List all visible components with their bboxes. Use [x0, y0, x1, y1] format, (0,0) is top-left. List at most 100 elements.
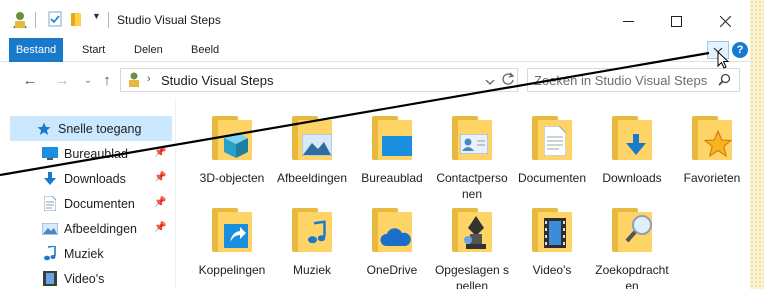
- folder-icon: [290, 112, 334, 164]
- folder-label: Koppelingen: [198, 263, 266, 277]
- ribbon-tabs: Bestand Start Delen Beeld ?: [0, 38, 750, 62]
- sidebar-item-label: Documenten: [64, 196, 135, 211]
- user-folder-icon: [127, 72, 141, 91]
- document-icon: [42, 196, 58, 212]
- folder-searches[interactable]: Zoekopdrachten: [593, 204, 671, 289]
- pin-icon[interactable]: 📌: [154, 147, 166, 159]
- document-icon: [544, 126, 566, 156]
- back-button[interactable]: ←: [20, 70, 40, 90]
- tab-start[interactable]: Start: [82, 38, 105, 62]
- magnifier-icon: [625, 215, 652, 243]
- folder-pictures[interactable]: Afbeeldingen: [273, 112, 351, 186]
- contact-card-icon: [460, 134, 488, 154]
- star-icon: [36, 121, 52, 137]
- film-strip-icon: [544, 218, 566, 248]
- folder-label: Zoekopdrachten: [595, 263, 669, 289]
- folder-icon: [530, 112, 574, 164]
- sidebar-item-label: Downloads: [64, 171, 126, 186]
- folder-label: 3D-objecten: [199, 171, 265, 185]
- shortcut-arrow-icon: [224, 224, 248, 248]
- sidebar-item-pictures[interactable]: Afbeeldingen 📌: [10, 216, 172, 241]
- search-box[interactable]: [527, 68, 740, 92]
- folder-label: Documenten: [517, 171, 587, 185]
- music-icon: [308, 220, 326, 244]
- forward-button[interactable]: →: [52, 70, 72, 90]
- help-button[interactable]: ?: [732, 42, 748, 58]
- folder-icon: [610, 112, 654, 164]
- recent-locations-button[interactable]: ⌄: [78, 70, 98, 90]
- folder-icon: [210, 112, 254, 164]
- sidebar-item-label: Afbeeldingen: [64, 221, 137, 236]
- folder-onedrive[interactable]: OneDrive: [353, 204, 431, 278]
- search-input[interactable]: [534, 72, 714, 88]
- folder-label: OneDrive: [366, 263, 418, 277]
- tab-beeld[interactable]: Beeld: [191, 38, 219, 62]
- folder-desktop[interactable]: Bureaublad: [353, 112, 431, 186]
- game-pieces-icon: [464, 216, 486, 249]
- folder-downloads[interactable]: Downloads: [593, 112, 671, 186]
- folder-music[interactable]: Muziek: [273, 204, 351, 278]
- close-button[interactable]: [702, 8, 748, 34]
- chevron-down-icon: [713, 47, 723, 53]
- pin-icon[interactable]: 📌: [154, 172, 166, 184]
- desktop-icon: [382, 136, 412, 156]
- folder-view: 3D-objecten Afbeeldingen Bureaublad Cont…: [176, 98, 750, 289]
- folder-icon: [610, 204, 654, 256]
- address-path[interactable]: Studio Visual Steps: [161, 73, 274, 88]
- pin-icon[interactable]: 📌: [154, 197, 166, 209]
- refresh-icon[interactable]: [501, 72, 515, 89]
- separator: [35, 12, 36, 28]
- folder-label: Afbeeldingen: [276, 171, 348, 185]
- address-bar[interactable]: › Studio Visual Steps: [120, 68, 518, 92]
- folder-icon: [290, 204, 334, 256]
- folder-links[interactable]: Koppelingen: [193, 204, 271, 278]
- properties-icon[interactable]: [48, 11, 62, 27]
- star-icon: [704, 130, 732, 158]
- folder-icon: [210, 204, 254, 256]
- sidebar-item-documents[interactable]: Documenten 📌: [10, 191, 172, 216]
- sidebar-item-label: Snelle toegang: [58, 121, 142, 136]
- customize-toolbar-icon[interactable]: ▼: [92, 11, 101, 21]
- folder-favorites[interactable]: Favorieten: [673, 112, 751, 186]
- page-background: [750, 0, 764, 289]
- picture-icon: [42, 221, 58, 237]
- expand-ribbon-button[interactable]: [707, 41, 729, 59]
- sidebar-item-quick-access[interactable]: Snelle toegang: [10, 116, 172, 141]
- minimize-button[interactable]: [605, 8, 651, 34]
- cloud-icon: [380, 228, 411, 246]
- sidebar-item-label: Bureaublad: [64, 146, 128, 161]
- folder-icon: [450, 204, 494, 256]
- folder-saved-games[interactable]: Opgeslagen spellen: [433, 204, 511, 289]
- user-folder-icon[interactable]: [12, 11, 28, 29]
- sidebar-item-downloads[interactable]: Downloads 📌: [10, 166, 172, 191]
- video-icon: [42, 271, 58, 287]
- sidebar-item-videos[interactable]: Video's: [10, 266, 172, 289]
- up-button[interactable]: ↑: [97, 70, 117, 90]
- tab-delen[interactable]: Delen: [134, 38, 163, 62]
- download-icon: [42, 171, 58, 187]
- folder-label: Bureaublad: [361, 171, 423, 185]
- folder-3d-objects[interactable]: 3D-objecten: [193, 112, 271, 186]
- folder-label: Muziek: [292, 263, 331, 277]
- sidebar-item-music[interactable]: Muziek: [10, 241, 172, 266]
- maximize-button[interactable]: [653, 8, 699, 34]
- search-icon[interactable]: [718, 73, 731, 89]
- tab-bestand[interactable]: Bestand: [9, 38, 63, 62]
- chevron-down-icon[interactable]: [485, 75, 495, 89]
- folder-documents[interactable]: Documenten: [513, 112, 591, 186]
- folder-icon: [370, 204, 414, 256]
- folder-icon: [690, 112, 734, 164]
- pin-icon[interactable]: 📌: [154, 222, 166, 234]
- desktop-icon: [42, 146, 58, 162]
- navigation-pane: Snelle toegang Bureaublad 📌 Downloads 📌 …: [0, 98, 176, 289]
- folder-contacts[interactable]: Contactpersonen: [433, 112, 511, 202]
- new-folder-icon[interactable]: [70, 11, 82, 27]
- separator: [108, 12, 109, 28]
- folder-videos[interactable]: Video's: [513, 204, 591, 278]
- folder-label: Favorieten: [683, 171, 741, 185]
- folder-label: Opgeslagen spellen: [434, 263, 510, 289]
- folder-icon: [450, 112, 494, 164]
- navigation-bar: ← → ⌄ ↑ › Studio Visual Steps: [0, 62, 750, 98]
- sidebar-item-desktop[interactable]: Bureaublad 📌: [10, 141, 172, 166]
- cube-icon: [224, 132, 248, 158]
